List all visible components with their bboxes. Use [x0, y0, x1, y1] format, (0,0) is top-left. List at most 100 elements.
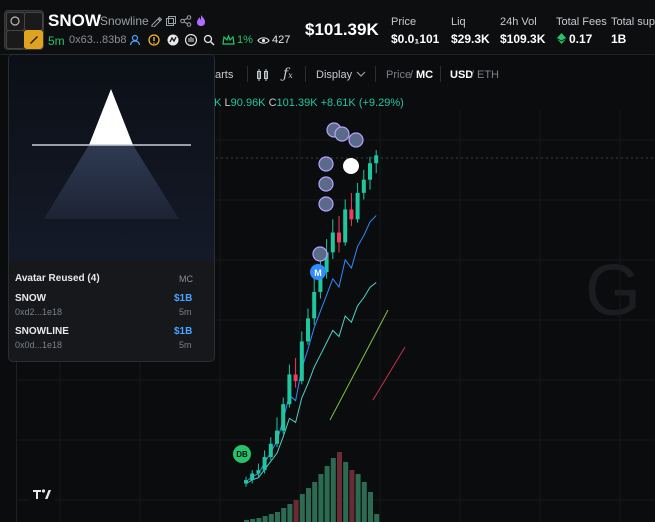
candle-body	[343, 209, 348, 243]
ohlc-legend: 6K L90.96K C101.39K +8.61K (+9.29%)	[208, 97, 404, 109]
bot-icon[interactable]	[167, 34, 179, 46]
volume-bar	[262, 516, 268, 522]
top-holders-percent: 1%	[237, 34, 253, 46]
share-icon[interactable]	[180, 15, 192, 27]
ohlc-change: +8.61K (+9.29%)	[320, 97, 404, 109]
trader-avatar-icon	[334, 126, 350, 142]
volume-bar	[343, 462, 349, 522]
eth-toggle[interactable]: ETH	[477, 69, 499, 81]
copy-icon[interactable]	[165, 15, 177, 27]
avatar-tile	[24, 12, 43, 31]
stat-fees-value: 0.17	[569, 32, 593, 46]
search-icon[interactable]	[203, 34, 215, 46]
avatar-badge-icon	[10, 16, 20, 26]
volume-bar	[355, 474, 361, 522]
stat-liq-value: $29.3K	[451, 32, 490, 46]
stat-supply-value: 1B	[611, 32, 627, 46]
chef-icon[interactable]	[185, 34, 197, 46]
popup-title: Avatar Reused (4)	[15, 273, 100, 284]
trader-avatar-icon	[312, 246, 328, 262]
stat-vol-value: $109.3K	[500, 32, 546, 46]
warning-icon[interactable]	[148, 34, 160, 46]
popup-row[interactable]: SNOW 0xd2...1e18 $1B 5m	[9, 287, 214, 321]
volume-bar	[374, 514, 380, 522]
row-age: 5m	[179, 307, 192, 317]
volume-bar	[275, 512, 280, 522]
candles-icon[interactable]	[256, 69, 269, 81]
display-dropdown[interactable]: Display	[316, 69, 352, 81]
row-name: SNOWLINE	[15, 326, 69, 337]
toolbar-divider	[440, 66, 441, 82]
user-icon[interactable]	[129, 34, 141, 46]
candle-body	[368, 163, 372, 180]
usd-toggle[interactable]: USD	[450, 69, 473, 81]
eth-icon	[557, 33, 566, 44]
ohlc-close-label: C	[268, 97, 277, 109]
candle-body	[361, 179, 366, 193]
toolbar-divider	[305, 66, 306, 82]
pencil-icon	[30, 36, 38, 44]
stat-liq-label: Liq	[451, 16, 466, 28]
price-toggle[interactable]: Price	[386, 69, 411, 81]
row-name: SNOW	[15, 293, 47, 304]
fire-icon[interactable]	[195, 14, 207, 27]
candle-body	[312, 291, 317, 319]
token-name: Snowline	[100, 14, 149, 28]
trader-avatar-icon	[318, 196, 334, 212]
candle-body	[299, 341, 304, 382]
toolbar-divider	[375, 66, 376, 82]
avatar-tile	[6, 30, 25, 49]
candle-body	[275, 430, 279, 444]
stat-fees-label: Total Fees	[556, 16, 607, 28]
candle-body	[250, 473, 255, 481]
stat-supply-label: Total supp	[611, 16, 655, 28]
ohlc-low: 90.96K	[230, 97, 266, 109]
candle-body	[281, 404, 286, 431]
indicators-icon[interactable]: ƒx	[283, 66, 293, 82]
popup-row[interactable]: SNOWLINE 0x0d...1e18 $1B 5m	[9, 320, 214, 354]
volume-bar	[361, 482, 367, 522]
candle-body	[374, 155, 379, 164]
contract-address[interactable]: 0x63...83b8	[69, 34, 127, 46]
candle-body	[287, 374, 292, 405]
mc-toggle[interactable]: MC	[416, 69, 433, 81]
trader-avatar-icon	[348, 132, 364, 148]
candle-body	[349, 209, 354, 220]
row-mc: $1B	[174, 293, 193, 304]
token-avatar[interactable]	[4, 10, 44, 50]
volume-bar	[293, 500, 299, 522]
candle-body	[268, 443, 273, 457]
avatar-reused-popup: Avatar Reused (4) MC SNOW 0xd2...1e18 $1…	[8, 54, 215, 362]
row-address: 0xd2...1e18	[15, 307, 63, 317]
ma-line	[245, 215, 377, 483]
ma-line	[245, 282, 377, 485]
volume-bar	[368, 492, 373, 522]
marker-m: M	[310, 264, 326, 280]
tradingview-icon	[33, 489, 51, 499]
marker-db: DB	[233, 445, 251, 463]
stat-vol-label: 24h Vol	[500, 16, 537, 28]
volume-bar	[281, 508, 287, 522]
volume-bar	[287, 504, 293, 522]
marker-m-label: M	[314, 268, 322, 278]
stat-price-label: Price	[391, 16, 417, 28]
volume-bar	[268, 514, 274, 522]
eye-icon	[257, 37, 270, 44]
chevron-down-icon[interactable]	[356, 71, 366, 78]
candle-body	[244, 480, 248, 484]
charts-button[interactable]: arts	[215, 69, 233, 81]
token-ticker: SNOW	[48, 11, 101, 30]
tradingview-logo[interactable]	[29, 483, 55, 505]
candle-body	[262, 456, 267, 471]
toggle-slash: /	[471, 69, 475, 81]
candle-body	[293, 374, 298, 382]
volume-bar	[256, 518, 262, 522]
volume-bar	[312, 482, 318, 522]
stat-price-value: $0.0₁101	[391, 32, 440, 46]
candle-body	[355, 192, 360, 220]
token-age: 5m	[48, 34, 65, 48]
edit-icon[interactable]	[150, 15, 162, 27]
ma-line	[329, 309, 389, 421]
row-mc: $1B	[174, 326, 193, 337]
volume-bar	[324, 466, 330, 522]
